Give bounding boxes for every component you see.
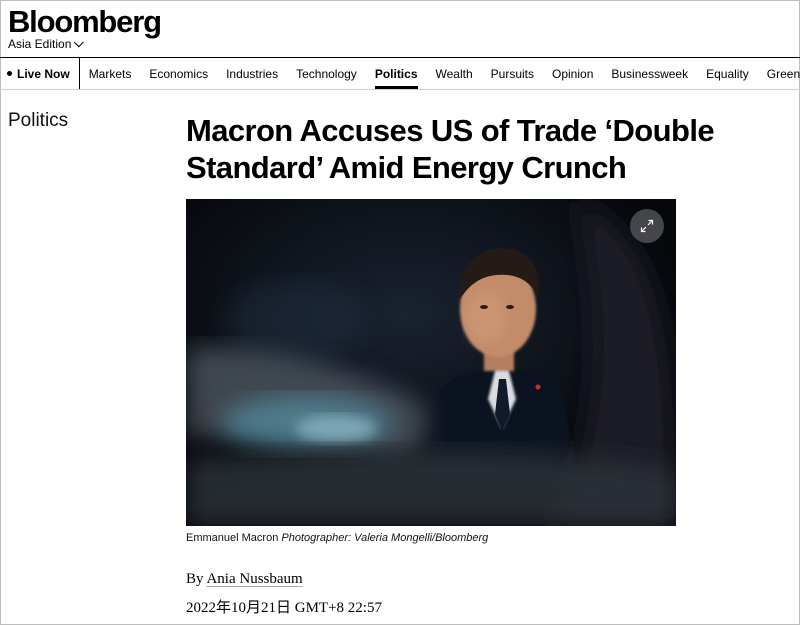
nav-item-technology[interactable]: Technology — [287, 58, 366, 89]
section-label[interactable]: Politics — [8, 110, 68, 132]
nav-item-opinion[interactable]: Opinion — [543, 58, 602, 89]
nav-item-markets[interactable]: Markets — [80, 58, 141, 89]
byline-prefix: By — [186, 571, 204, 587]
edition-label: Asia Edition — [8, 37, 72, 51]
caption-credit: Photographer: Valeria Mongelli/Bloomberg — [281, 532, 489, 544]
nav-item-economics[interactable]: Economics — [140, 58, 217, 89]
expand-icon — [640, 219, 654, 233]
main-nav: Live Now Markets Economics Industries Te… — [0, 57, 800, 90]
article-photo[interactable] — [186, 199, 676, 526]
nav-item-businessweek[interactable]: Businessweek — [602, 58, 697, 89]
caption-subject: Emmanuel Macron — [186, 532, 279, 544]
live-dot-icon — [7, 71, 12, 76]
nav-item-pursuits[interactable]: Pursuits — [482, 58, 543, 89]
nav-item-politics[interactable]: Politics — [366, 58, 427, 89]
byline: By Ania Nussbaum — [186, 571, 303, 588]
edition-selector[interactable]: Asia Edition — [8, 36, 161, 51]
nav-item-wealth[interactable]: Wealth — [427, 58, 482, 89]
live-now-button[interactable]: Live Now — [0, 58, 80, 89]
publish-timestamp: 2022年10月21日 GMT+8 22:57 — [186, 600, 382, 616]
nav-item-green[interactable]: Green — [758, 58, 800, 89]
photo-illustration — [186, 199, 676, 526]
article-headline: Macron Accuses US of Trade ‘Double Stand… — [186, 113, 715, 185]
expand-photo-button[interactable] — [630, 209, 664, 243]
photo-caption: Emmanuel Macron Photographer: Valeria Mo… — [186, 532, 488, 544]
live-now-label: Live Now — [17, 66, 70, 81]
author-link[interactable]: Ania Nussbaum — [206, 571, 302, 587]
bloomberg-logo[interactable]: Bloomberg — [8, 6, 162, 38]
nav-item-equality[interactable]: Equality — [697, 58, 758, 89]
nav-item-industries[interactable]: Industries — [217, 58, 287, 89]
brand: Bloomberg Asia Edition — [8, 6, 162, 52]
